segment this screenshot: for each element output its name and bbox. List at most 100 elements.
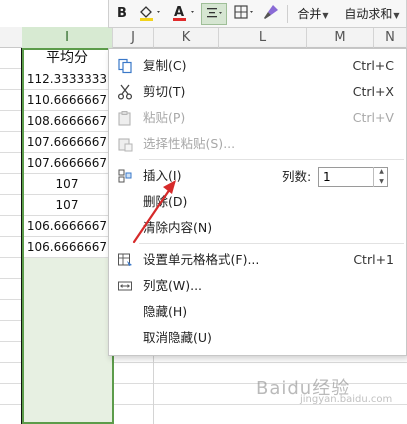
column-count-control: 列数: ▲ ▼	[282, 166, 392, 188]
row-header[interactable]	[0, 48, 22, 69]
row-header[interactable]	[0, 69, 22, 90]
menu-item-label: 插入(I)	[143, 168, 182, 183]
autosum-button[interactable]: 自动求和▼	[339, 3, 405, 25]
menu-item-label: 列宽(W)...	[143, 278, 203, 293]
cell-empty[interactable]	[22, 321, 113, 342]
shortcut-text: Ctrl+X	[352, 84, 394, 99]
column-header-i[interactable]: I	[22, 27, 113, 48]
cell-average[interactable]: 112.3333333	[22, 69, 113, 90]
column-width-icon	[118, 281, 132, 291]
cell-empty[interactable]	[22, 363, 113, 384]
row-header[interactable]	[0, 90, 22, 111]
cell-empty[interactable]	[22, 405, 113, 424]
menu-item-label: 剪切(T)	[143, 84, 186, 99]
column-count-spinner[interactable]: ▲ ▼	[373, 167, 389, 187]
row-header[interactable]	[0, 384, 22, 405]
cell-average[interactable]: 106.6666667	[22, 216, 113, 237]
fill-color-button[interactable]	[135, 3, 165, 25]
watermark-sub: jingyan.baidu.com	[300, 394, 393, 405]
shortcut-text: Ctrl+C	[352, 58, 394, 73]
cell-average[interactable]: 107	[22, 174, 113, 195]
menu-separator	[139, 159, 404, 160]
merge-label: 合并	[297, 7, 322, 21]
copy-icon	[118, 58, 132, 74]
fill-bucket-icon	[140, 6, 160, 21]
menu-item-label: 隐藏(H)	[143, 304, 188, 319]
merge-button[interactable]: 合并▼	[291, 3, 335, 25]
column-header-row: I J K L M N	[0, 27, 407, 48]
cell-average[interactable]: 108.6666667	[22, 111, 113, 132]
cell-empty[interactable]	[22, 258, 113, 279]
menu-item-paste-special[interactable]: 选择性粘贴(S)...	[109, 131, 406, 157]
menu-item-hide[interactable]: 隐藏(H)	[109, 299, 406, 325]
row-header[interactable]	[0, 111, 22, 132]
font-color-button[interactable]: A	[169, 3, 199, 25]
column-count-label: 列数:	[282, 169, 312, 184]
cell[interactable]	[113, 363, 154, 384]
row-header[interactable]	[0, 405, 22, 424]
cell-empty[interactable]	[22, 300, 113, 321]
autosum-label: 自动求和	[344, 7, 393, 21]
column-header-m[interactable]: M	[307, 27, 374, 48]
menu-item-label: 选择性粘贴(S)...	[143, 136, 236, 151]
menu-item-label: 删除(D)	[143, 194, 188, 209]
cell-empty[interactable]	[22, 342, 113, 363]
insert-column-icon	[118, 169, 132, 183]
row-header[interactable]	[0, 363, 22, 384]
menu-item-clear-contents[interactable]: 清除内容(N)	[109, 215, 406, 241]
menu-item-label: 复制(C)	[143, 58, 187, 73]
column-header-l[interactable]: L	[219, 27, 307, 48]
mini-toolbar: B A 合并▼ 自动求和▼	[108, 0, 407, 28]
format-painter-button[interactable]	[261, 3, 281, 25]
cell-average[interactable]: 107.6666667	[22, 132, 113, 153]
format-cells-icon	[118, 253, 132, 266]
shortcut-text: Ctrl+V	[352, 110, 394, 125]
column-header-j[interactable]: J	[113, 27, 154, 48]
align-center-icon	[207, 8, 222, 18]
chevron-down-icon: ▼	[393, 11, 400, 20]
cell-average[interactable]: 107	[22, 195, 113, 216]
spin-down-icon[interactable]: ▼	[374, 177, 389, 187]
column-header-k[interactable]: K	[154, 27, 219, 48]
cell[interactable]	[113, 384, 154, 405]
context-menu: 复制(C) Ctrl+C 剪切(T) Ctrl+X 粘贴(P) Ctrl+V 选…	[108, 48, 407, 356]
border-button[interactable]	[231, 3, 257, 25]
cell-empty[interactable]	[22, 384, 113, 405]
align-button[interactable]	[201, 3, 227, 25]
spin-up-icon[interactable]: ▲	[374, 167, 389, 177]
bold-button[interactable]: B	[113, 3, 131, 25]
cell-header-average[interactable]: 平均分	[22, 48, 113, 69]
svg-text:A: A	[174, 5, 184, 20]
menu-item-column-width[interactable]: 列宽(W)...	[109, 273, 406, 299]
font-color-icon: A	[173, 5, 194, 21]
row-header[interactable]	[0, 321, 22, 342]
row-header[interactable]	[0, 174, 22, 195]
row-header[interactable]	[0, 279, 22, 300]
row-header[interactable]	[0, 300, 22, 321]
menu-item-format-cells[interactable]: 设置单元格格式(F)... Ctrl+1	[109, 247, 406, 273]
row-header[interactable]	[0, 237, 22, 258]
menu-item-label: 粘贴(P)	[143, 110, 186, 125]
paste-icon	[118, 111, 131, 126]
row-header[interactable]	[0, 216, 22, 237]
row-header[interactable]	[0, 342, 22, 363]
cell-average[interactable]: 110.6666667	[22, 90, 113, 111]
menu-item-cut[interactable]: 剪切(T) Ctrl+X	[109, 79, 406, 105]
row-header[interactable]	[0, 132, 22, 153]
border-icon	[234, 5, 253, 19]
row-header[interactable]	[0, 258, 22, 279]
menu-item-copy[interactable]: 复制(C) Ctrl+C	[109, 53, 406, 79]
menu-item-paste[interactable]: 粘贴(P) Ctrl+V	[109, 105, 406, 131]
menu-item-label: 设置单元格格式(F)...	[143, 252, 260, 267]
row-header[interactable]	[0, 195, 22, 216]
menu-item-delete[interactable]: 删除(D)	[109, 189, 406, 215]
menu-item-unhide[interactable]: 取消隐藏(U)	[109, 325, 406, 351]
scissors-icon	[117, 84, 133, 100]
menu-item-label: 清除内容(N)	[143, 220, 213, 235]
column-header-n[interactable]: N	[374, 27, 407, 48]
cell-empty[interactable]	[22, 279, 113, 300]
cell-average[interactable]: 106.6666667	[22, 237, 113, 258]
cell[interactable]	[113, 405, 154, 424]
row-header[interactable]	[0, 153, 22, 174]
cell-average[interactable]: 107.6666667	[22, 153, 113, 174]
